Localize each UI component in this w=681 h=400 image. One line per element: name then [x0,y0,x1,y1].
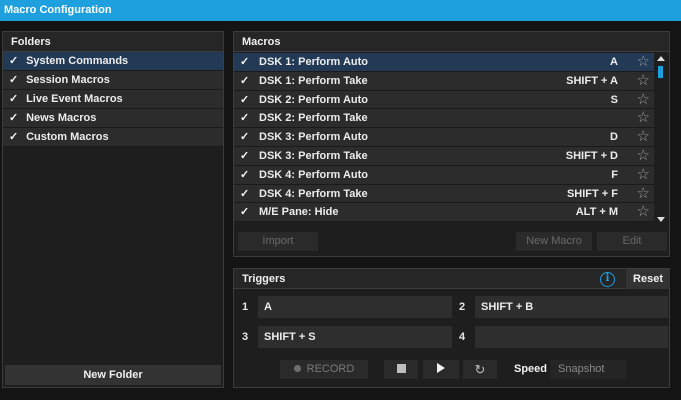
folder-item-system-commands[interactable]: ✓ System Commands [3,52,223,71]
check-icon[interactable]: ✓ [9,71,23,90]
macro-name: DSK 1: Perform Auto [259,56,368,68]
play-button[interactable] [423,360,459,379]
folder-label: Custom Macros [26,131,109,143]
macro-scrollbar[interactable] [655,54,667,224]
trigger-slot-number: 1 [242,301,249,313]
check-icon[interactable]: ✓ [9,90,23,109]
star-icon[interactable]: ☆ [637,109,650,127]
macro-shortcut: S [610,93,618,106]
macros-header: Macros [234,32,669,52]
macro-row[interactable]: ✓ M/E Pane: Hide ALT + M ☆ [234,203,654,223]
macro-name: DSK 1: Perform Take [259,74,368,87]
trigger-slot-2[interactable]: SHIFT + B [475,296,668,318]
new-folder-button[interactable]: New Folder [5,365,221,385]
macro-row[interactable]: ✓ DSK 3: Perform Auto D ☆ [234,128,654,147]
star-icon[interactable]: ☆ [637,166,650,184]
trigger-slot-number: 4 [459,331,466,343]
check-icon[interactable]: ✓ [9,52,23,71]
star-icon[interactable]: ☆ [637,91,650,109]
macro-shortcut: SHIFT + D [565,149,618,162]
folder-list: ✓ System Commands ✓ Session Macros ✓ Liv… [3,52,223,147]
folder-item-news-macros[interactable]: ✓ News Macros [3,109,223,128]
macro-name: DSK 4: Perform Auto [259,168,368,181]
window-title: Macro Configuration [0,0,681,21]
loop-icon: ↻ [474,362,486,377]
macro-shortcut: ALT + M [575,206,618,219]
macro-shortcut: D [610,131,618,144]
star-icon[interactable]: ☆ [637,128,650,146]
scroll-thumb[interactable] [658,66,663,78]
stop-button[interactable] [384,360,418,379]
macro-row[interactable]: ✓ DSK 3: Perform Take SHIFT + D ☆ [234,146,654,166]
folder-item-session-macros[interactable]: ✓ Session Macros [3,71,223,90]
macro-row[interactable]: ✓ DSK 1: Perform Auto A ☆ [234,53,654,72]
star-icon[interactable]: ☆ [637,203,650,221]
macro-name: DSK 2: Perform Auto [259,93,368,106]
check-icon[interactable]: ✓ [240,185,254,204]
info-icon[interactable]: i [600,272,615,287]
macro-row[interactable]: ✓ DSK 2: Perform Auto S ☆ [234,90,654,110]
check-icon[interactable]: ✓ [240,109,254,128]
new-macro-button[interactable]: New Macro [516,232,592,251]
check-icon[interactable]: ✓ [240,147,254,166]
play-icon [437,363,445,373]
check-icon[interactable]: ✓ [9,128,23,147]
scroll-down-icon[interactable] [657,217,665,222]
macro-name: DSK 2: Perform Take [259,112,368,125]
macro-list: ✓ DSK 1: Perform Auto A ☆ ✓ DSK 1: Perfo… [234,53,654,223]
check-icon[interactable]: ✓ [9,109,23,128]
macro-shortcut: A [610,56,618,68]
trigger-slot-3[interactable]: SHIFT + S [258,326,452,348]
macro-row[interactable]: ✓ DSK 4: Perform Auto F ☆ [234,165,654,185]
snapshot-field[interactable]: Snapshot [550,360,626,379]
macro-name: DSK 3: Perform Take [259,149,368,162]
folder-label: System Commands [26,55,129,67]
trigger-slot-number: 3 [242,331,249,343]
folders-panel: Folders ✓ System Commands ✓ Session Macr… [2,31,224,388]
record-label: RECORD [306,363,355,375]
folder-label: Live Event Macros [26,93,123,105]
folders-header: Folders [3,32,223,52]
star-icon[interactable]: ☆ [637,185,650,203]
star-icon[interactable]: ☆ [637,53,650,71]
star-icon[interactable]: ☆ [637,72,650,90]
check-icon[interactable]: ✓ [240,53,254,72]
check-icon[interactable]: ✓ [240,72,254,91]
macro-shortcut: SHIFT + A [566,74,618,87]
loop-button[interactable]: ↻ [463,360,497,379]
edit-button[interactable]: Edit [597,232,667,251]
reset-button[interactable]: Reset [626,269,670,289]
trigger-slot-4[interactable] [475,326,668,348]
macro-name: DSK 3: Perform Auto [259,131,368,144]
record-button[interactable]: RECORD [280,360,368,379]
triggers-panel: Triggers i Reset 1 A 2 SHIFT + B 3 SHIFT… [233,268,670,388]
stop-icon [396,364,406,373]
folder-item-custom-macros[interactable]: ✓ Custom Macros [3,128,223,147]
speed-label: Speed [514,363,548,375]
macro-shortcut: SHIFT + F [566,187,618,200]
macro-name: DSK 4: Perform Take [259,187,368,200]
check-icon[interactable]: ✓ [240,91,254,110]
macros-panel: Macros ✓ DSK 1: Perform Auto A ☆ ✓ DSK 1… [233,31,670,257]
star-icon[interactable]: ☆ [637,147,650,165]
check-icon[interactable]: ✓ [240,128,254,147]
trigger-slot-1[interactable]: A [258,296,452,318]
import-button[interactable]: Import [238,232,318,251]
folder-label: News Macros [26,112,97,124]
check-icon[interactable]: ✓ [240,203,254,222]
macro-row[interactable]: ✓ DSK 2: Perform Take ☆ [234,109,654,129]
folder-label: Session Macros [26,74,110,86]
macro-name: M/E Pane: Hide [259,206,339,219]
record-dot-icon [293,365,301,372]
macro-row[interactable]: ✓ DSK 1: Perform Take SHIFT + A ☆ [234,71,654,91]
macro-row[interactable]: ✓ DSK 4: Perform Take SHIFT + F ☆ [234,184,654,204]
macro-shortcut: F [611,168,618,181]
scroll-up-icon[interactable] [657,56,665,61]
folder-item-live-event-macros[interactable]: ✓ Live Event Macros [3,90,223,109]
check-icon[interactable]: ✓ [240,166,254,185]
trigger-slot-number: 2 [459,301,466,313]
